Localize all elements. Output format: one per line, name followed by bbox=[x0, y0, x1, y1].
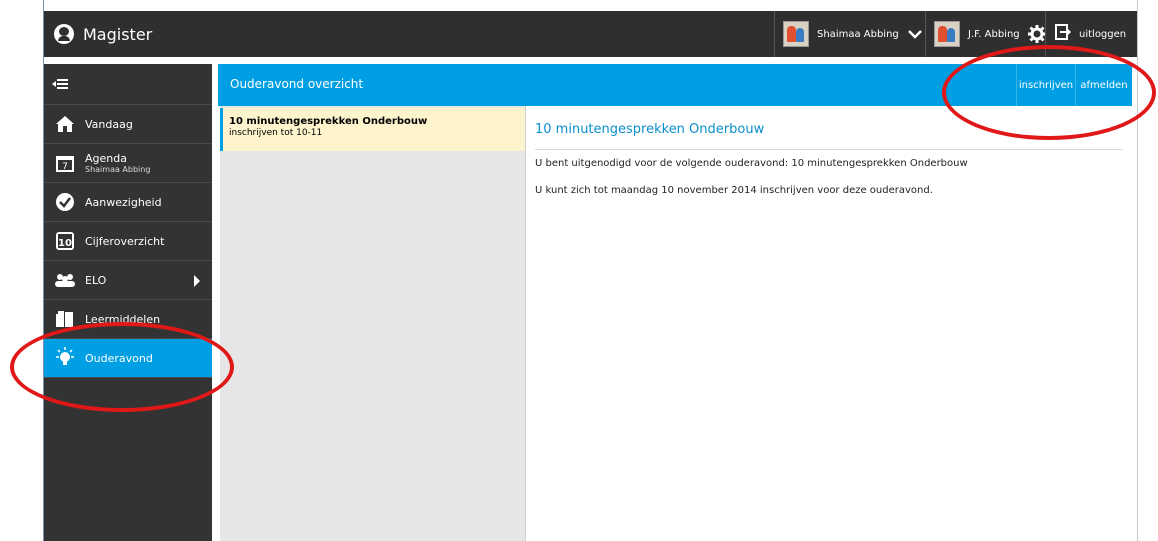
sidebar: Vandaag 7 Agenda Shaimaa Abbing Aanwezig… bbox=[44, 64, 212, 541]
deadline-text: U kunt zich tot maandag 10 november 2014… bbox=[535, 185, 933, 196]
sidebar-collapse-button[interactable] bbox=[44, 64, 212, 105]
sidebar-item-label: Vandaag bbox=[85, 117, 133, 131]
event-list: 10 minutengesprekken Onderbouw inschrijv… bbox=[220, 106, 526, 541]
list-item[interactable]: 10 minutengesprekken Onderbouw inschrijv… bbox=[220, 108, 525, 151]
user-switcher[interactable]: Shaimaa Abbing bbox=[774, 11, 925, 57]
brand[interactable]: Magister bbox=[54, 11, 152, 57]
agenda-sub-label: Shaimaa Abbing bbox=[85, 165, 151, 174]
list-item-subtitle: inschrijven tot 10-11 bbox=[229, 128, 323, 138]
sidebar-item-elo[interactable]: ELO bbox=[44, 261, 212, 300]
divider bbox=[535, 149, 1123, 150]
user-avatar bbox=[783, 21, 809, 47]
chevron-right-icon bbox=[194, 275, 200, 287]
detail-pane: 10 minutengesprekken Onderbouw U bent ui… bbox=[526, 106, 1132, 541]
checkmark-icon bbox=[54, 191, 76, 213]
account-name: J.F. Abbing bbox=[968, 28, 1020, 40]
collapse-menu-icon bbox=[52, 75, 68, 94]
calendar-icon: 7 bbox=[54, 152, 76, 174]
sidebar-item-cijferoverzicht[interactable]: 10 Cijferoverzicht bbox=[44, 222, 212, 261]
chevron-down-icon[interactable] bbox=[907, 28, 923, 40]
page-title: Ouderavond overzicht bbox=[230, 77, 364, 91]
group-icon bbox=[54, 269, 76, 291]
detail-title: 10 minutengesprekken Onderbouw bbox=[535, 122, 765, 137]
sidebar-item-label: Cijferoverzicht bbox=[85, 234, 165, 248]
user-name: Shaimaa Abbing bbox=[817, 28, 899, 40]
top-bar: Magister Shaimaa Abbing J.F. Abbing uitl… bbox=[44, 11, 1137, 57]
grade-10-icon: 10 bbox=[54, 230, 76, 252]
agenda-label: Agenda bbox=[85, 152, 127, 165]
home-icon bbox=[54, 113, 76, 135]
sidebar-item-label: Agenda Shaimaa Abbing bbox=[85, 152, 150, 174]
sidebar-item-aanwezigheid[interactable]: Aanwezigheid bbox=[44, 183, 212, 222]
sidebar-item-agenda[interactable]: 7 Agenda Shaimaa Abbing bbox=[44, 144, 212, 183]
invitation-text: U bent uitgenodigd voor de volgende oude… bbox=[535, 158, 968, 169]
app-title: Magister bbox=[83, 24, 153, 44]
svg-text:10: 10 bbox=[58, 238, 72, 249]
magister-logo-icon bbox=[54, 24, 74, 44]
annotation-circle-ouderavond bbox=[10, 322, 234, 412]
list-item-title: 10 minutengesprekken Onderbouw bbox=[229, 116, 428, 127]
annotation-circle-buttons bbox=[942, 45, 1156, 140]
svg-text:7: 7 bbox=[62, 162, 68, 172]
gear-icon[interactable] bbox=[1027, 25, 1046, 43]
sidebar-item-vandaag[interactable]: Vandaag bbox=[44, 105, 212, 144]
sidebar-item-label: Aanwezigheid bbox=[85, 195, 162, 209]
logout-icon bbox=[1055, 24, 1071, 44]
logout-label: uitloggen bbox=[1079, 28, 1127, 40]
account-avatar bbox=[934, 21, 960, 47]
sidebar-item-label: ELO bbox=[85, 273, 107, 287]
